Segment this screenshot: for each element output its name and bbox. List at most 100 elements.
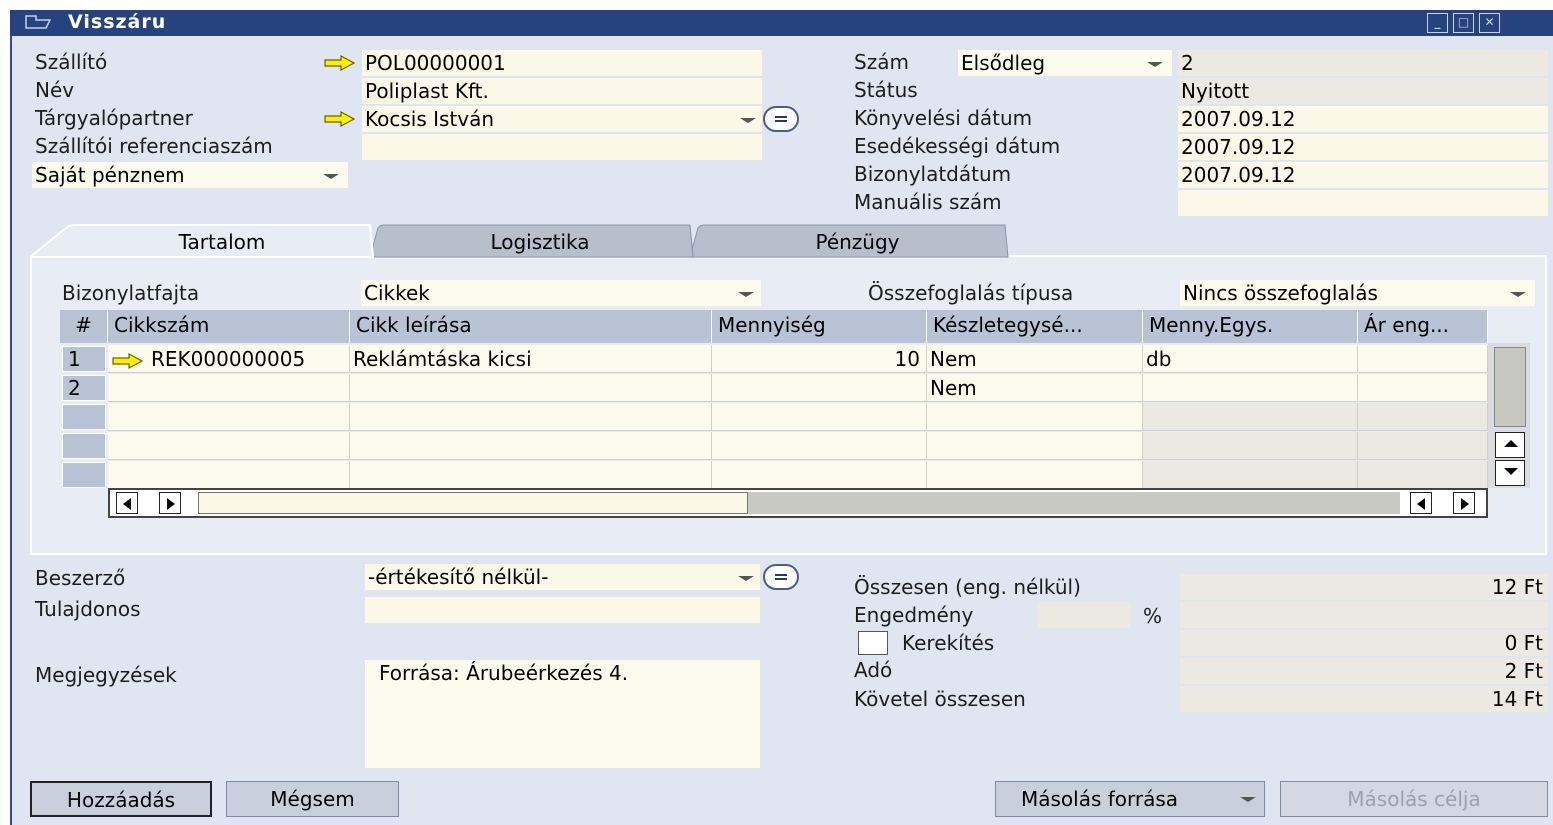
column-header-unit[interactable]: Menny.Egys.	[1143, 310, 1358, 343]
manual-number-field[interactable]	[1178, 190, 1548, 216]
total-before-discount-field: 12 Ft	[1180, 574, 1548, 600]
cell-value: 10	[894, 347, 920, 371]
scroll-right-icon[interactable]	[159, 492, 181, 514]
vertical-scroll-thumb[interactable]	[1494, 347, 1526, 427]
rounding-checkbox[interactable]	[858, 631, 888, 655]
cell-item-code[interactable]	[108, 374, 350, 402]
supplier-code-field[interactable]: POL00000001	[362, 50, 762, 76]
owner-field[interactable]	[365, 597, 760, 623]
close-icon[interactable]: ✕	[1479, 13, 1500, 33]
scroll-up-icon[interactable]	[1495, 432, 1525, 458]
tab-content[interactable]: Tartalom	[80, 225, 364, 257]
buyer-details-icon[interactable]	[763, 564, 799, 590]
cell-quantity[interactable]	[712, 432, 927, 460]
discount-percent-field[interactable]	[1038, 602, 1130, 628]
number-series-select[interactable]: Elsődleg	[958, 50, 1172, 76]
column-header-price[interactable]: Ár eng...	[1358, 310, 1488, 343]
cell-inventory-unit[interactable]	[927, 432, 1143, 460]
cell-item-code[interactable]: REK000000005	[108, 345, 350, 373]
column-header-label: Készletegysé...	[933, 313, 1083, 337]
cell-price[interactable]	[1358, 374, 1488, 402]
scroll-left-icon[interactable]	[116, 492, 138, 514]
cell-description[interactable]	[350, 403, 712, 431]
posting-date-field[interactable]: 2007.09.12	[1178, 106, 1548, 132]
chevron-down-icon[interactable]	[738, 576, 754, 581]
posting-date-value: 2007.09.12	[1181, 107, 1296, 131]
minimize-icon[interactable]: _	[1427, 13, 1448, 33]
cell-unit[interactable]: db	[1143, 345, 1358, 373]
horizontal-scroll-track[interactable]	[748, 492, 1400, 514]
cell-inventory-unit[interactable]: Nem	[927, 374, 1143, 402]
cell-description[interactable]	[350, 432, 712, 460]
tab-logistics[interactable]: Logisztika	[395, 225, 685, 257]
cell-unit[interactable]	[1143, 432, 1358, 460]
title-bar: Visszáru _ □ ✕	[10, 10, 1553, 36]
chevron-down-icon[interactable]	[1240, 797, 1256, 802]
scroll-right-icon[interactable]	[1453, 492, 1475, 514]
summary-type-select[interactable]: Nincs összefoglalás	[1180, 280, 1535, 306]
column-header-description[interactable]: Cikk leírása	[350, 310, 712, 343]
supplier-link-arrow-icon[interactable]	[323, 55, 357, 71]
cell-description[interactable]	[350, 461, 712, 489]
cell-item-code[interactable]	[108, 461, 350, 489]
cancel-button[interactable]: Mégsem	[226, 781, 399, 817]
name-field[interactable]: Poliplast Kft.	[362, 78, 762, 104]
notes-textarea[interactable]: Forrása: Árubeérkezés 4.	[365, 660, 760, 768]
column-header-label: Ár eng...	[1364, 313, 1450, 337]
rounding-label: Kerekítés	[902, 631, 995, 655]
contact-details-icon[interactable]	[763, 106, 799, 132]
column-header-num[interactable]: #	[60, 310, 108, 343]
chevron-down-icon[interactable]	[323, 174, 339, 179]
cell-price[interactable]	[1358, 345, 1488, 373]
due-date-field[interactable]: 2007.09.12	[1178, 134, 1548, 160]
row-number[interactable]: 2	[62, 375, 106, 401]
contact-select[interactable]: Kocsis István	[362, 106, 762, 132]
cell-price[interactable]	[1358, 461, 1488, 489]
maximize-icon[interactable]: □	[1453, 13, 1474, 33]
contact-link-arrow-icon[interactable]	[323, 111, 357, 127]
cell-unit[interactable]	[1143, 403, 1358, 431]
copy-from-button[interactable]: Másolás forrása	[995, 781, 1265, 817]
scroll-left-icon[interactable]	[1410, 492, 1432, 514]
cell-unit[interactable]	[1143, 461, 1358, 489]
cell-quantity[interactable]	[712, 403, 927, 431]
buyer-select[interactable]: -értékesítő nélkül-	[365, 564, 760, 590]
tax-field: 2 Ft	[1180, 658, 1548, 684]
scroll-down-icon[interactable]	[1495, 460, 1525, 486]
cell-item-code[interactable]	[108, 403, 350, 431]
cell-description[interactable]: Reklámtáska kicsi	[350, 345, 712, 373]
cell-price[interactable]	[1358, 432, 1488, 460]
tab-logistics-label: Logisztika	[490, 230, 590, 254]
row-number[interactable]	[62, 462, 106, 488]
manual-number-label: Manuális szám	[854, 190, 1002, 214]
column-header-inventory-unit[interactable]: Készletegysé...	[927, 310, 1143, 343]
cell-item-code[interactable]	[108, 432, 350, 460]
cell-quantity[interactable]	[712, 461, 927, 489]
chevron-down-icon[interactable]	[740, 118, 756, 123]
cell-inventory-unit[interactable]	[927, 461, 1143, 489]
cell-description[interactable]	[350, 374, 712, 402]
cell-unit[interactable]	[1143, 374, 1358, 402]
row-number[interactable]	[62, 433, 106, 459]
summary-type-label: Összefoglalás típusa	[868, 281, 1074, 305]
item-link-arrow-icon[interactable]	[111, 352, 145, 369]
column-header-item-code[interactable]: Cikkszám	[108, 310, 350, 343]
row-number[interactable]: 1	[62, 346, 106, 372]
chevron-down-icon[interactable]	[1510, 292, 1526, 297]
cell-price[interactable]	[1358, 403, 1488, 431]
cell-quantity[interactable]	[712, 374, 927, 402]
chevron-down-icon[interactable]	[1147, 62, 1163, 67]
supplier-ref-field[interactable]	[362, 134, 762, 160]
document-date-field[interactable]: 2007.09.12	[1178, 162, 1548, 188]
cell-quantity[interactable]: 10	[712, 345, 927, 373]
add-button[interactable]: Hozzáadás	[30, 781, 212, 817]
cell-inventory-unit[interactable]	[927, 403, 1143, 431]
currency-select[interactable]: Saját pénznem	[32, 162, 348, 188]
horizontal-scroll-thumb[interactable]	[198, 492, 748, 514]
doc-type-select[interactable]: Cikkek	[361, 280, 761, 306]
tab-finance[interactable]: Pénzügy	[715, 225, 1000, 257]
cell-inventory-unit[interactable]: Nem	[927, 345, 1143, 373]
row-number[interactable]	[62, 404, 106, 430]
chevron-down-icon[interactable]	[738, 292, 754, 297]
column-header-quantity[interactable]: Mennyiség	[712, 310, 927, 343]
